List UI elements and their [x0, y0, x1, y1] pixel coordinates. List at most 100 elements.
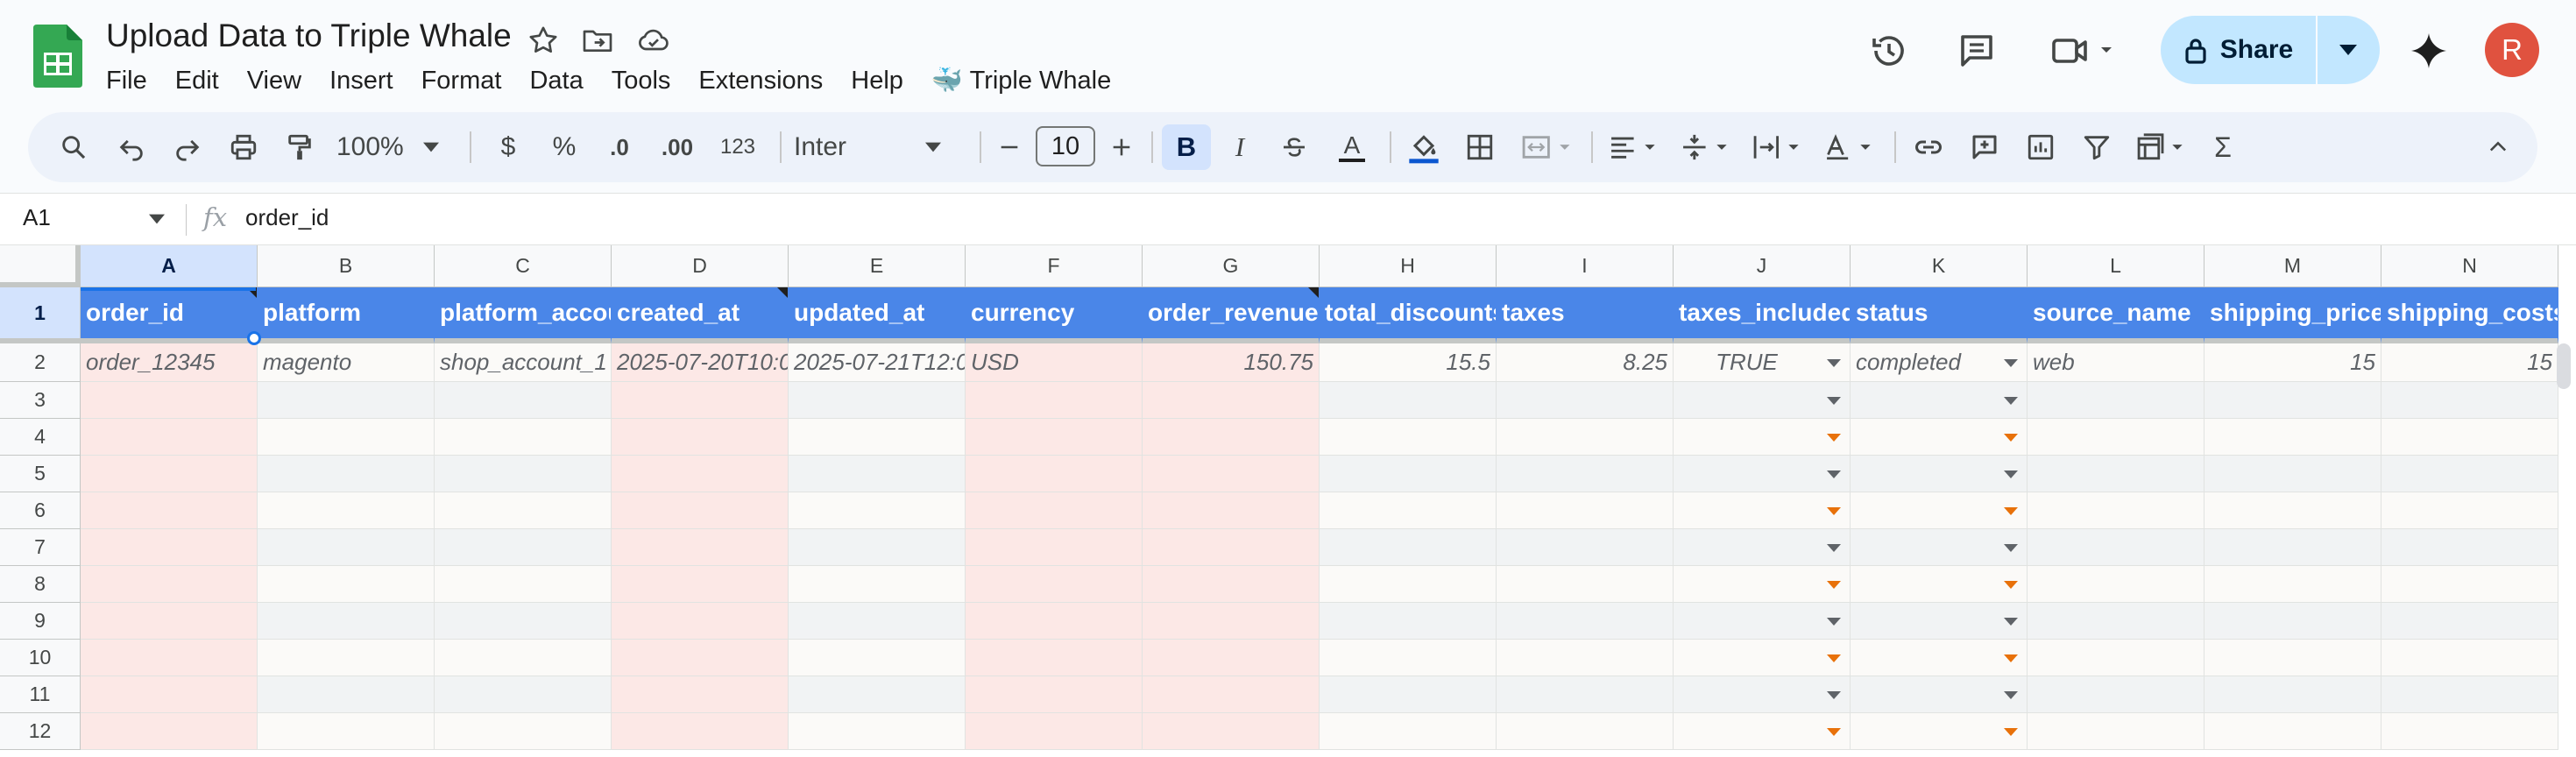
header-cell-e[interactable]: updated_at: [789, 287, 966, 343]
dropdown-arrow-icon[interactable]: [2004, 396, 2018, 405]
cell-h5[interactable]: [1320, 456, 1497, 492]
cell-b9[interactable]: [258, 603, 435, 640]
column-header-g[interactable]: G: [1143, 245, 1320, 287]
cell-j5[interactable]: [1674, 456, 1851, 492]
formula-input[interactable]: order_id: [245, 204, 329, 231]
cell-b7[interactable]: [258, 529, 435, 566]
row-header-10[interactable]: 10: [0, 640, 81, 676]
cell-l8[interactable]: [2028, 566, 2204, 603]
cell-m6[interactable]: [2204, 492, 2381, 529]
dropdown-arrow-icon[interactable]: [2004, 580, 2018, 589]
cell-j10[interactable]: [1674, 640, 1851, 676]
cell-n7[interactable]: [2381, 529, 2558, 566]
share-button[interactable]: Share: [2161, 16, 2380, 84]
cell-a10[interactable]: [81, 640, 258, 676]
cell-i9[interactable]: [1497, 603, 1674, 640]
cell-d11[interactable]: [612, 676, 789, 713]
dropdown-arrow-icon[interactable]: [2004, 690, 2018, 699]
header-cell-b[interactable]: platform: [258, 287, 435, 343]
cell-e4[interactable]: [789, 419, 966, 456]
cell-c12[interactable]: [435, 713, 612, 750]
column-header-i[interactable]: I: [1497, 245, 1674, 287]
cell-g8[interactable]: [1143, 566, 1320, 603]
row-header-2[interactable]: 2: [0, 343, 81, 382]
column-header-n[interactable]: N: [2381, 245, 2558, 287]
menu-extensions[interactable]: Extensions: [698, 67, 823, 96]
cell-e2[interactable]: 2025-07-21T12:00:00Z: [789, 343, 966, 382]
cell-g7[interactable]: [1143, 529, 1320, 566]
cell-l9[interactable]: [2028, 603, 2204, 640]
cell-h11[interactable]: [1320, 676, 1497, 713]
cell-n6[interactable]: [2381, 492, 2558, 529]
cell-h10[interactable]: [1320, 640, 1497, 676]
text-color-button[interactable]: A: [1330, 126, 1374, 168]
column-header-k[interactable]: K: [1851, 245, 2028, 287]
cell-n4[interactable]: [2381, 419, 2558, 456]
cell-b5[interactable]: [258, 456, 435, 492]
dropdown-arrow-icon[interactable]: [2004, 654, 2018, 662]
cell-d10[interactable]: [612, 640, 789, 676]
merge-cells-icon[interactable]: [1514, 126, 1581, 168]
cell-f4[interactable]: [966, 419, 1143, 456]
cell-n10[interactable]: [2381, 640, 2558, 676]
cell-c10[interactable]: [435, 640, 612, 676]
dropdown-arrow-icon[interactable]: [1827, 617, 1841, 626]
dropdown-arrow-icon[interactable]: [2004, 617, 2018, 626]
cell-j12[interactable]: [1674, 713, 1851, 750]
cell-n5[interactable]: [2381, 456, 2558, 492]
cell-h4[interactable]: [1320, 419, 1497, 456]
chevron-down-icon[interactable]: [149, 214, 165, 224]
cell-k3[interactable]: [1851, 382, 2028, 419]
dropdown-arrow-icon[interactable]: [2004, 543, 2018, 552]
cell-m11[interactable]: [2204, 676, 2381, 713]
cell-e6[interactable]: [789, 492, 966, 529]
format-percent-button[interactable]: %: [547, 126, 582, 168]
cell-i10[interactable]: [1497, 640, 1674, 676]
cell-c9[interactable]: [435, 603, 612, 640]
cell-m2[interactable]: 15: [2204, 343, 2381, 382]
column-header-f[interactable]: F: [966, 245, 1143, 287]
document-title[interactable]: Upload Data to Triple Whale: [106, 18, 512, 54]
cell-d6[interactable]: [612, 492, 789, 529]
cell-b11[interactable]: [258, 676, 435, 713]
column-header-l[interactable]: L: [2028, 245, 2204, 287]
cell-k8[interactable]: [1851, 566, 2028, 603]
cell-l12[interactable]: [2028, 713, 2204, 750]
cell-i4[interactable]: [1497, 419, 1674, 456]
cell-i7[interactable]: [1497, 529, 1674, 566]
cell-n3[interactable]: [2381, 382, 2558, 419]
cell-c2[interactable]: shop_account_1: [435, 343, 612, 382]
cell-d2[interactable]: 2025-07-20T10:00:00Z: [612, 343, 789, 382]
row-header-1[interactable]: 1: [0, 287, 81, 343]
cell-m9[interactable]: [2204, 603, 2381, 640]
cell-f9[interactable]: [966, 603, 1143, 640]
row-header-4[interactable]: 4: [0, 419, 81, 456]
cell-c6[interactable]: [435, 492, 612, 529]
row-header-11[interactable]: 11: [0, 676, 81, 713]
cell-k12[interactable]: [1851, 713, 2028, 750]
dropdown-arrow-icon[interactable]: [1827, 727, 1841, 736]
cell-k2[interactable]: completed: [1851, 343, 2028, 382]
cell-a6[interactable]: [81, 492, 258, 529]
dropdown-arrow-icon[interactable]: [1827, 358, 1841, 367]
row-header-9[interactable]: 9: [0, 603, 81, 640]
row-header-6[interactable]: 6: [0, 492, 81, 529]
bold-button[interactable]: B: [1162, 124, 1211, 170]
cell-l6[interactable]: [2028, 492, 2204, 529]
cell-f11[interactable]: [966, 676, 1143, 713]
cell-h8[interactable]: [1320, 566, 1497, 603]
cell-c8[interactable]: [435, 566, 612, 603]
cell-j11[interactable]: [1674, 676, 1851, 713]
cell-d9[interactable]: [612, 603, 789, 640]
cell-a8[interactable]: [81, 566, 258, 603]
version-history-icon[interactable]: [1868, 30, 1910, 72]
cell-a9[interactable]: [81, 603, 258, 640]
cell-b3[interactable]: [258, 382, 435, 419]
menu-edit[interactable]: Edit: [175, 67, 219, 96]
cell-g12[interactable]: [1143, 713, 1320, 750]
cell-h3[interactable]: [1320, 382, 1497, 419]
undo-icon[interactable]: [110, 126, 152, 168]
cell-b2[interactable]: magento: [258, 343, 435, 382]
increase-decimal-button[interactable]: .00: [652, 126, 703, 168]
cell-h2[interactable]: 15.5: [1320, 343, 1497, 382]
